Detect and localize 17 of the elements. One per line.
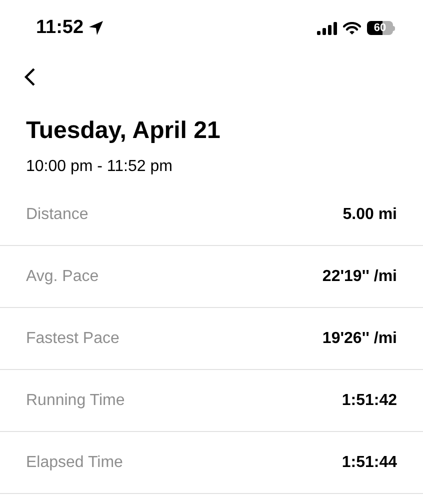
wifi-icon (343, 22, 361, 34)
back-button[interactable] (22, 66, 38, 88)
time-range: 10:00 pm - 11:52 pm (25, 157, 174, 177)
location-arrow-icon (88, 20, 104, 36)
stat-value: 5.00 mi (342, 204, 397, 224)
stat-label: Avg. Pace (26, 266, 99, 286)
stat-value: 22'19'' /mi (322, 266, 397, 286)
signal-icon (317, 22, 337, 34)
stat-value: 19'26'' /mi (322, 328, 397, 348)
stat-label: Running Time (26, 390, 125, 410)
stat-label: Fastest Pace (26, 328, 120, 348)
stat-label: Distance (26, 204, 88, 224)
status-time: 11:52 (36, 16, 84, 40)
stat-value: 1:51:42 (342, 390, 397, 410)
stat-value: 1:51:44 (342, 452, 397, 472)
stat-label: Elapsed Time (26, 452, 123, 472)
page-title: Tuesday, April 21 (25, 116, 222, 146)
